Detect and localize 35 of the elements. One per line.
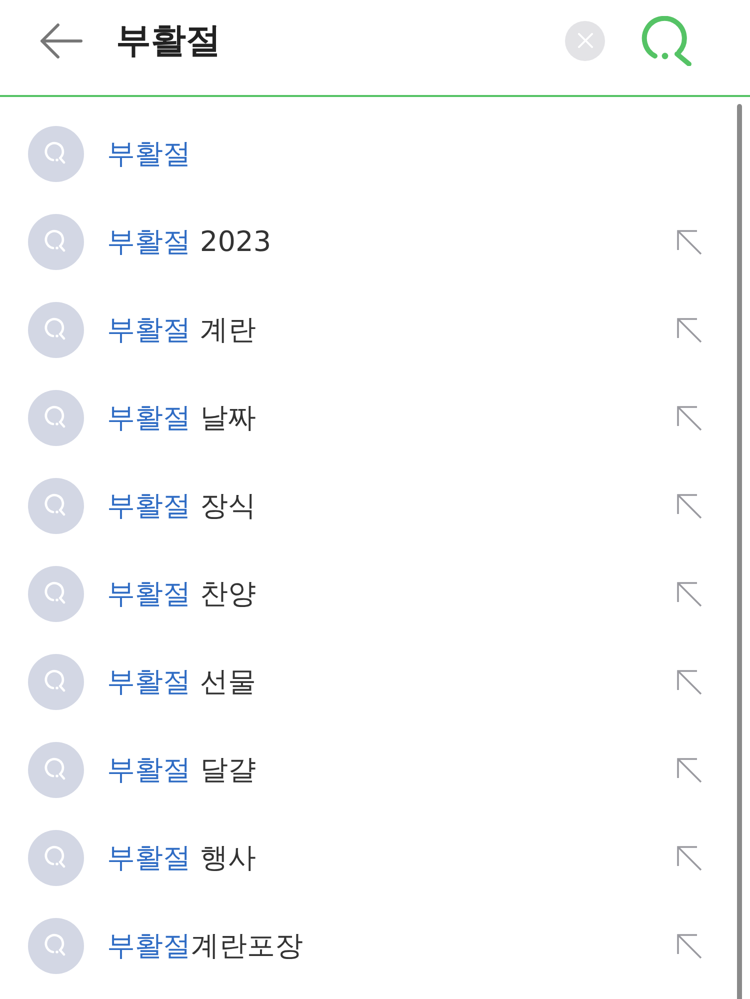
search-icon <box>28 566 84 622</box>
arrow-up-left-icon[interactable] <box>677 406 702 430</box>
search-icon <box>28 214 84 270</box>
arrow-up-left-icon[interactable] <box>677 318 702 342</box>
search-icon <box>28 478 84 534</box>
suggestion-text[interactable]: 부활절 2023 <box>107 222 272 262</box>
arrow-up-left-icon[interactable] <box>677 230 702 254</box>
search-icon <box>28 918 84 974</box>
back-button[interactable] <box>38 22 84 60</box>
search-field[interactable]: 부활절 <box>116 18 546 64</box>
arrow-up-left-icon[interactable] <box>677 934 702 958</box>
suggestion-text[interactable]: 부활절 계란 <box>107 310 256 350</box>
search-icon <box>28 742 84 798</box>
suggestion-text[interactable]: 부활절 <box>107 134 191 174</box>
search-button[interactable] <box>641 16 693 66</box>
suggestion-text[interactable]: 부활절 장식 <box>107 486 256 526</box>
arrow-up-left-icon[interactable] <box>677 494 702 518</box>
suggestion-text[interactable]: 부활절계란포장 <box>107 926 303 966</box>
search-icon <box>28 302 84 358</box>
suggestion-text[interactable]: 부활절 날짜 <box>107 398 256 438</box>
back-arrow-icon <box>39 22 83 58</box>
suggestion-text[interactable]: 부활절 선물 <box>107 662 256 702</box>
search-icon <box>28 390 84 446</box>
arrow-up-left-icon[interactable] <box>677 670 702 694</box>
close-icon <box>578 33 592 48</box>
search-icon <box>28 654 84 710</box>
suggestion-text[interactable]: 부활절 찬양 <box>107 574 256 614</box>
suggestion-text[interactable]: 부활절 달걀 <box>107 750 256 790</box>
arrow-up-left-icon[interactable] <box>677 846 702 870</box>
search-icon <box>28 830 84 886</box>
arrow-up-left-icon[interactable] <box>677 582 702 606</box>
search-icon <box>28 126 84 182</box>
search-icon <box>641 16 693 66</box>
arrow-up-left-icon[interactable] <box>677 758 702 782</box>
suggestion-text[interactable]: 부활절 행사 <box>107 838 256 878</box>
